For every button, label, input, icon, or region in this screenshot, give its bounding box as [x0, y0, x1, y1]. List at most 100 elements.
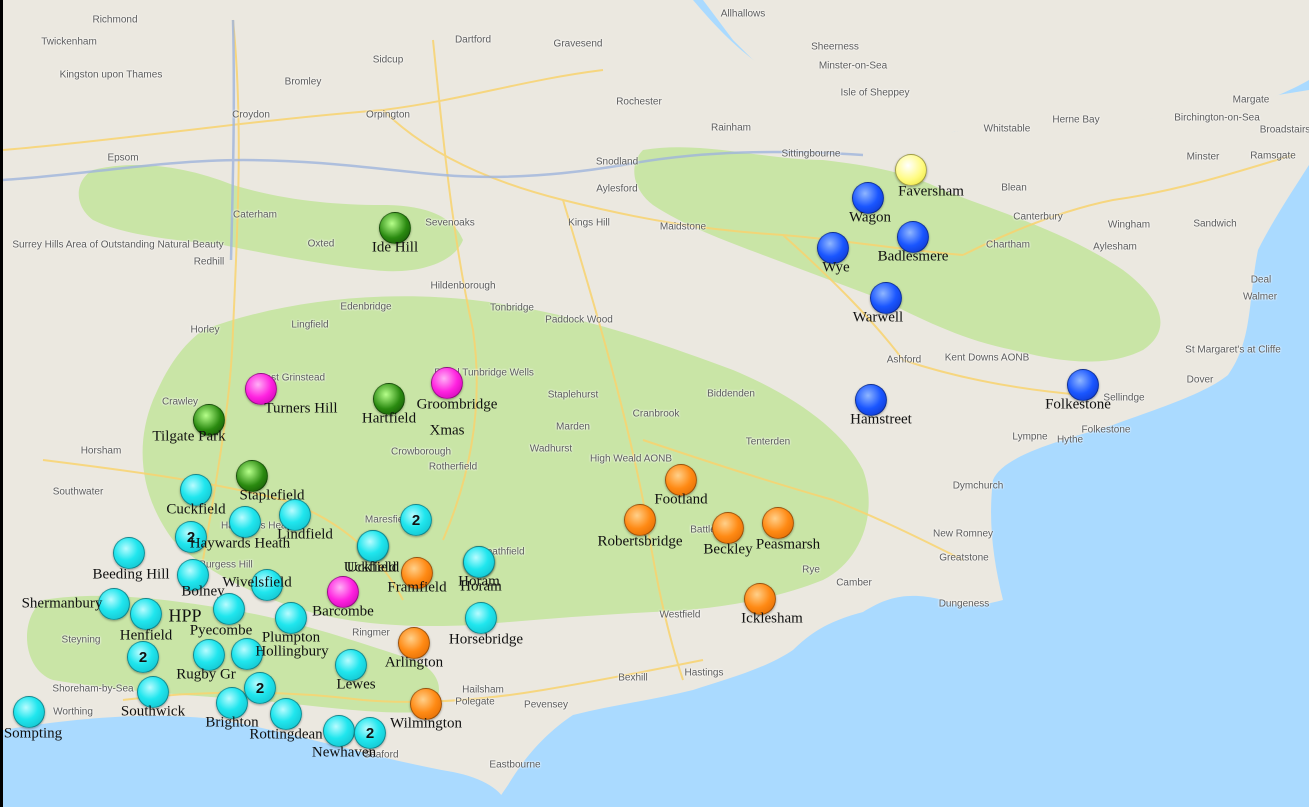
map-place-label: Rye	[802, 564, 820, 576]
map-place-label: Rainham	[710, 122, 752, 134]
map-marker-magenta[interactable]	[431, 367, 463, 399]
map-marker-yellow[interactable]	[895, 154, 927, 186]
marker-label: Beckley	[703, 541, 753, 558]
map-marker-cyan[interactable]	[229, 506, 261, 538]
marker-label: Rugby Gr	[176, 666, 236, 683]
map-marker-cyan[interactable]	[357, 530, 389, 562]
map-marker-cyan[interactable]	[463, 546, 495, 578]
marker-label: Southwick	[120, 703, 186, 720]
map-marker-cyan[interactable]: 2	[400, 504, 432, 536]
map-marker-cyan[interactable]	[270, 698, 302, 730]
marker-label: Wagon	[848, 209, 892, 226]
map-place-label: Rotherfield	[428, 461, 478, 473]
map-place-label: High Weald AONB	[589, 453, 673, 465]
marker-label: Hartfield	[361, 410, 417, 427]
map-marker-cyan[interactable]: 2	[127, 641, 159, 673]
map-place-label: Orpington	[366, 109, 410, 121]
marker-label: Folkestone	[1045, 396, 1111, 413]
map-place-label: Dartford	[454, 34, 492, 46]
map-place-label: Ramsgate	[1250, 150, 1296, 162]
cluster-count: 2	[138, 648, 148, 666]
map-place-label: Sevenoaks	[425, 217, 475, 229]
map-marker-cyan[interactable]: 2	[354, 717, 386, 749]
marker-label: Beeding Hill	[92, 566, 170, 583]
map-place-label: Canterbury	[1013, 211, 1063, 223]
marker-label: Shermanbury	[21, 595, 103, 612]
marker-label: Turners Hill	[264, 400, 338, 417]
map-place-label: Lympne	[1012, 431, 1048, 443]
map-marker-orange[interactable]	[762, 507, 794, 539]
map-place-label: Isle of Sheppey	[840, 87, 910, 99]
map-place-label: Twickenham	[41, 36, 97, 48]
map-place-label: Snodland	[595, 156, 639, 168]
map-marker-cyan[interactable]: 2	[244, 672, 276, 704]
map-place-label: New Romney	[932, 528, 994, 540]
map-place-label: Allhallows	[720, 8, 766, 20]
map-place-label: Maidstone	[659, 221, 707, 233]
marker-label: Haywards Heath	[189, 535, 291, 552]
marker-label: Footland	[654, 491, 708, 508]
map-place-label: Tonbridge	[490, 302, 534, 314]
marker-label: Wivelsfield	[222, 574, 292, 591]
map-place-label: Bexhill	[618, 672, 648, 684]
map-marker-cyan[interactable]	[323, 715, 355, 747]
map-marker-cyan[interactable]	[113, 537, 145, 569]
map-place-label: Minster-on-Sea	[818, 60, 888, 72]
map-basemap	[3, 0, 1309, 807]
map-place-label: Chartham	[986, 239, 1030, 251]
marker-label: Arlington	[384, 654, 444, 671]
map-place-label: Croydon	[232, 109, 270, 121]
marker-label: Icklesham	[741, 610, 803, 627]
marker-label: Groombridge	[416, 396, 498, 413]
map-place-label: Paddock Wood	[545, 314, 613, 326]
marker-label: Horam	[460, 578, 502, 595]
map-place-label: Westfield	[659, 609, 701, 621]
marker-label: Peasmarsh	[755, 536, 821, 553]
marker-label: Hamstreet	[850, 411, 912, 428]
map-place-label: Polegate	[455, 696, 495, 708]
map-marker-orange[interactable]	[624, 504, 656, 536]
map-place-label: Southwater	[52, 486, 104, 498]
map-place-label: Wingham	[1107, 219, 1151, 231]
map-place-label: Margate	[1232, 94, 1270, 106]
marker-label: Horsebridge	[448, 631, 524, 648]
map-place-label: Richmond	[92, 14, 138, 26]
map-canvas[interactable]: Richmond Twickenham Kingston upon Thames Ep…	[3, 0, 1309, 807]
marker-label: Badlesmere	[877, 248, 949, 265]
map-place-label: Camber	[836, 577, 872, 589]
map-place-label: Ringmer	[352, 627, 390, 639]
marker-label: Lewes	[336, 676, 376, 693]
marker-label: Robertsbridge	[597, 533, 683, 550]
map-place-label: Horsham	[80, 445, 122, 457]
map-place-label: Birchington-on-Sea	[1174, 112, 1260, 124]
marker-label: Hollingbury	[255, 643, 329, 660]
map-place-label: Blean	[1001, 182, 1027, 194]
marker-label: HPP	[168, 605, 202, 626]
map-place-label: St Margaret's at Cliffe	[1185, 344, 1281, 356]
map-place-label: Minster	[1186, 151, 1220, 163]
map-marker-cyan[interactable]	[98, 588, 130, 620]
map-marker-cyan[interactable]	[465, 602, 497, 634]
map-place-label: Pevensey	[524, 699, 568, 711]
map-place-label: Cranbrook	[632, 408, 680, 420]
marker-label: Ide Hill	[371, 239, 419, 256]
map-marker-cyan[interactable]	[13, 696, 45, 728]
marker-label: Sompting	[3, 725, 63, 742]
map-place-label: Kent Downs AONB	[944, 352, 1030, 364]
map-place-label: Dungeness	[938, 598, 990, 610]
marker-label: Tilgate Park	[152, 428, 226, 445]
cluster-count: 2	[411, 511, 421, 529]
map-marker-cyan[interactable]	[130, 598, 162, 630]
map-place-label: Horley	[190, 324, 220, 336]
map-place-label: Steyning	[61, 634, 101, 646]
map-place-label: Aylesford	[596, 183, 638, 195]
marker-label: Uckfield	[343, 559, 397, 576]
map-place-label: Sheerness	[811, 41, 859, 53]
map-place-label: Hildenborough	[430, 280, 496, 292]
map-place-label: Redhill	[193, 256, 225, 268]
map-marker-cyan[interactable]	[213, 593, 245, 625]
map-place-label: Sittingbourne	[781, 148, 841, 160]
map-marker-orange[interactable]	[712, 512, 744, 544]
marker-label: Lindfield	[277, 526, 333, 543]
map-place-label: Shoreham-by-Sea	[52, 683, 134, 695]
